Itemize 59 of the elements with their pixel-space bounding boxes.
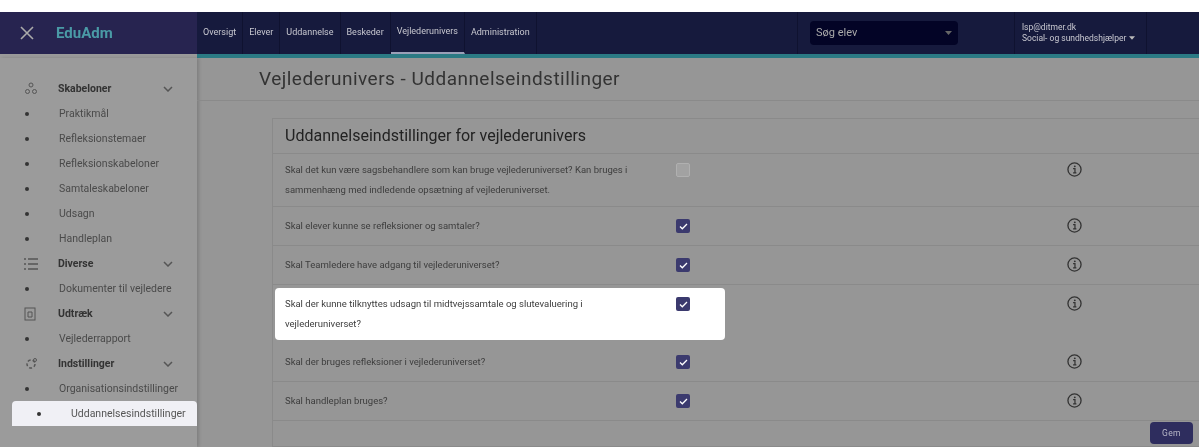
student-search-field[interactable]: Søg elev: [810, 21, 958, 45]
setting-checkbox[interactable]: [676, 258, 690, 272]
sidebar-item[interactable]: Vejlederrapport: [0, 326, 197, 351]
page-title: Vejlederunivers - Uddannelseindstillinger: [259, 65, 621, 92]
info-icon[interactable]: [1067, 296, 1082, 311]
caret-icon: [1129, 36, 1136, 41]
people-icon: [24, 81, 38, 96]
bullet-icon: [25, 161, 29, 166]
sidebar-group[interactable]: Indstillinger: [0, 351, 197, 376]
bullet-icon: [37, 411, 41, 416]
chevron-down-icon: [163, 85, 173, 92]
bullet-icon: [25, 386, 29, 391]
setting-checkbox[interactable]: [676, 355, 690, 369]
setting-checkbox[interactable]: [676, 163, 690, 177]
sidebar-item[interactable]: Praktikmål: [0, 101, 197, 126]
setting-checkbox[interactable]: [676, 297, 690, 311]
user-email: lsp@ditmer.dk: [1022, 22, 1078, 33]
chevron-down-icon: [163, 310, 173, 317]
bullet-icon: [25, 336, 29, 341]
document-icon: [24, 306, 36, 321]
sidebar-item[interactable]: Samtaleskabeloner: [0, 176, 197, 201]
bullet-icon: [25, 136, 29, 141]
sidebar-group[interactable]: Diverse: [0, 251, 197, 276]
sidebar-item[interactable]: Udsagn: [0, 201, 197, 226]
sidebar-item[interactable]: Handleplan: [0, 226, 197, 251]
setting-question: Skal elever kunne se refleksioner og samtaler?: [284, 219, 481, 233]
bullet-icon: [25, 236, 29, 241]
bullet-icon: [25, 211, 29, 216]
info-icon[interactable]: [1067, 257, 1082, 272]
bullet-icon: [25, 111, 29, 116]
sidebar-group[interactable]: Skabeloner: [0, 76, 197, 101]
bullet-icon: [25, 286, 29, 291]
info-icon[interactable]: [1067, 218, 1082, 233]
sidebar-item[interactable]: Dokumenter til vejledere: [0, 276, 197, 301]
user-role: Social- og sundhedshjælper: [1022, 33, 1127, 44]
setting-checkbox[interactable]: [676, 219, 690, 233]
sidebar-item[interactable]: Uddannelsesindstillinger: [12, 401, 197, 426]
setting-question: Skal Teamledere have adgang til vejlederuniverset?: [284, 258, 501, 272]
setting-checkbox[interactable]: [676, 394, 690, 408]
sidebar-item[interactable]: Refleksionskabeloner: [0, 151, 197, 176]
bullet-icon: [25, 186, 29, 191]
save-button[interactable]: Gem: [1149, 422, 1193, 444]
sidebar-item[interactable]: Organisationsindstillinger: [0, 376, 197, 401]
setting-question: Skal der kunne tilknyttes udsagn til midtvejssamtale og slutevaluering i vejlederuniverset?: [284, 297, 584, 331]
chevron-down-icon: [163, 260, 173, 267]
sidebar-group[interactable]: Udtræk: [0, 301, 197, 326]
info-icon[interactable]: [1067, 162, 1082, 177]
list-icon: [24, 257, 38, 270]
info-icon[interactable]: [1067, 354, 1082, 369]
caret-icon: [945, 31, 952, 35]
chevron-down-icon: [163, 360, 173, 367]
app-logo[interactable]: EduAdm: [56, 21, 113, 45]
setting-question: Skal handleplan bruges?: [284, 394, 389, 408]
sidebar-item[interactable]: Refleksionstemaer: [0, 126, 197, 151]
gear-icon: [24, 356, 38, 371]
setting-question: Skal der bruges refleksioner i vejlederuniverset?: [284, 355, 487, 369]
card-title: Uddannelseindstillinger for vejlederunivers: [285, 125, 587, 147]
close-icon[interactable]: [20, 26, 34, 40]
info-icon[interactable]: [1067, 393, 1082, 408]
